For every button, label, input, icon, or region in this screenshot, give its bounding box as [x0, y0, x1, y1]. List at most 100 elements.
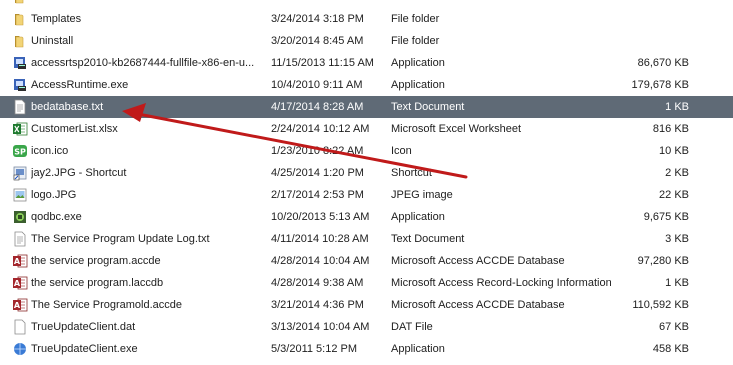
file-name: CustomerList.xlsx — [31, 123, 118, 135]
file-row[interactable]: Athe service program.accde 4/28/2014 10:0… — [0, 250, 733, 272]
file-list: Patches2/25/2014 9:52 AMFile folderTempl… — [0, 0, 733, 360]
access-icon: A — [12, 297, 28, 313]
folder-icon — [12, 0, 28, 5]
folder-icon — [12, 11, 28, 27]
file-name: bedatabase.txt — [31, 101, 104, 113]
folder-icon — [12, 33, 28, 49]
file-name: Templates — [31, 13, 82, 25]
file-row[interactable]: accessrtsp2010-kb2687444-fullfile-x86-en… — [0, 52, 733, 74]
text-file-icon — [12, 99, 28, 115]
app-icon — [12, 209, 28, 225]
file-row[interactable]: CustomerList.xlsx 2/24/2014 10:12 AM Micro… — [0, 118, 733, 140]
file-type: DAT File — [391, 321, 433, 333]
file-name: accessrtsp2010-kb2687444-fullfile-x86-en… — [31, 57, 255, 69]
file-date-modified: 2/24/2014 10:12 AM — [271, 123, 370, 135]
access-icon: A — [12, 253, 28, 269]
shortcut-icon — [12, 165, 28, 181]
file-size: 2 KB — [665, 167, 689, 179]
file-date-modified: 4/25/2014 1:20 PM — [271, 167, 364, 179]
file-name: the service program.accde — [31, 255, 161, 267]
file-date-modified: 10/4/2010 9:11 AM — [271, 79, 363, 91]
file-type: JPEG image — [391, 189, 453, 201]
file-type: Microsoft Access ACCDE Database — [391, 255, 565, 267]
file-row[interactable]: jay2.JPG - Shortcut 4/25/2014 1:20 PM Shor… — [0, 162, 733, 184]
file-size: 9,675 KB — [643, 211, 689, 223]
file-date-modified: 2/17/2014 2:53 PM — [271, 189, 364, 201]
file-row[interactable]: logo.JPG 2/17/2014 2:53 PM JPEG image 22 KB — [0, 184, 733, 206]
file-date-modified: 5/3/2011 5:12 PM — [271, 343, 358, 355]
file-type: Microsoft Access ACCDE Database — [391, 299, 565, 311]
file-type: Application — [391, 343, 445, 355]
file-type: Application — [391, 79, 445, 91]
generic-file-icon — [12, 319, 28, 335]
file-date-modified: 1/23/2010 8:22 AM — [271, 145, 364, 157]
file-size: 67 KB — [659, 321, 689, 333]
excel-icon — [12, 121, 28, 137]
file-size: 1 KB — [665, 277, 689, 289]
file-row[interactable]: Uninstall 3/20/2014 8:45 AM File folder — [0, 30, 733, 52]
file-row[interactable]: TrueUpdateClient.exe 5/3/2011 5:12 PM Appl… — [0, 338, 733, 360]
file-date-modified: 4/11/2014 10:28 AM — [271, 233, 369, 245]
file-date-modified: 3/13/2014 10:04 AM — [271, 321, 370, 333]
file-date-modified: 3/21/2014 4:36 PM — [271, 299, 364, 311]
svg-text:A: A — [14, 257, 21, 266]
file-type: Application — [391, 211, 445, 223]
file-type: Text Document — [391, 101, 465, 113]
file-name: The Service Program Update Log.txt — [31, 233, 210, 245]
globe-app-icon — [12, 341, 28, 357]
file-row[interactable]: A The Service Programold.accde 3/21/2014 4… — [0, 294, 733, 316]
file-row[interactable]: Athe service program.laccdb 4/28/2014 9:3… — [0, 272, 733, 294]
file-type: File folder — [391, 35, 440, 47]
file-date-modified: 10/20/2013 5:13 AM — [271, 211, 370, 223]
file-row[interactable]: The Service Program Update Log.txt 4/11/2… — [0, 228, 733, 250]
file-name: TrueUpdateClient.exe — [31, 343, 138, 355]
sp-icon: SP — [12, 143, 28, 159]
file-size: 179,678 KB — [631, 79, 690, 91]
file-size: 3 KB — [665, 233, 689, 245]
installer-icon — [12, 77, 28, 93]
svg-text:SP: SP — [14, 148, 26, 157]
file-type: File folder — [391, 13, 440, 25]
file-name: icon.ico — [31, 145, 69, 157]
file-name: jay2.JPG - Shortcut — [31, 167, 127, 179]
text-file-icon — [12, 231, 28, 247]
file-type: Microsoft Access Record-Locking Informat… — [391, 277, 611, 289]
jpeg-icon — [12, 187, 28, 203]
file-row[interactable]: Templates 3/24/2014 3:18 PM File folder — [0, 8, 733, 30]
file-name: the service program.laccdb — [31, 277, 164, 289]
file-size: 1 KB — [665, 101, 689, 113]
file-row[interactable]: bedatabase.txt 4/17/2014 8:28 AM Text Docu… — [0, 96, 733, 118]
file-type: Text Document — [391, 233, 465, 245]
file-row[interactable]: qodbc.exe 10/20/2013 5:13 AM Application 9,… — [0, 206, 733, 228]
file-name: The Service Programold.accde — [31, 299, 183, 311]
installer-icon — [12, 55, 28, 71]
file-row[interactable]: SP icon.ico 1/23/2010 8:22 AM Icon 10 KB — [0, 140, 733, 162]
file-size: 97,280 KB — [637, 255, 689, 267]
file-date-modified: 3/24/2014 3:18 PM — [271, 13, 364, 25]
file-size: 458 KB — [652, 343, 689, 355]
file-date-modified: 4/17/2014 8:28 AM — [271, 101, 364, 113]
file-name: logo.JPG — [31, 189, 77, 201]
access-icon: A — [12, 275, 28, 291]
file-date-modified: 2/25/2014 9:52 AM — [271, 0, 385, 8]
file-row[interactable]: TrueUpdateClient.dat 3/13/2014 10:04 AM DA… — [0, 316, 733, 338]
file-date-modified: 4/28/2014 10:04 AM — [271, 255, 370, 267]
file-name: TrueUpdateClient.dat — [31, 321, 136, 333]
file-type: Application — [391, 57, 445, 69]
file-name: qodbc.exe — [31, 211, 82, 223]
file-date-modified: 3/20/2014 8:45 AM — [271, 35, 364, 47]
file-type: Microsoft Excel Worksheet — [391, 123, 522, 135]
svg-text:A: A — [14, 279, 21, 288]
file-size: 86,670 KB — [637, 57, 689, 69]
file-size: 110,592 KB — [632, 299, 689, 311]
file-type: File folder — [391, 0, 611, 8]
file-date-modified: 11/15/2013 11:15 AM — [271, 57, 374, 69]
file-name: Uninstall — [31, 35, 74, 47]
file-date-modified: 4/28/2014 9:38 AM — [271, 277, 364, 289]
file-row[interactable]: Patches 2/25/2014 9:52 AM File folder — [0, 0, 733, 8]
file-row[interactable]: AccessRuntime.exe 10/4/2010 9:11 AM Applic… — [0, 74, 733, 96]
file-size: 10 KB — [659, 145, 689, 157]
file-type: Icon — [391, 145, 412, 157]
file-name: Patches — [31, 0, 263, 8]
file-size: 22 KB — [659, 189, 689, 201]
